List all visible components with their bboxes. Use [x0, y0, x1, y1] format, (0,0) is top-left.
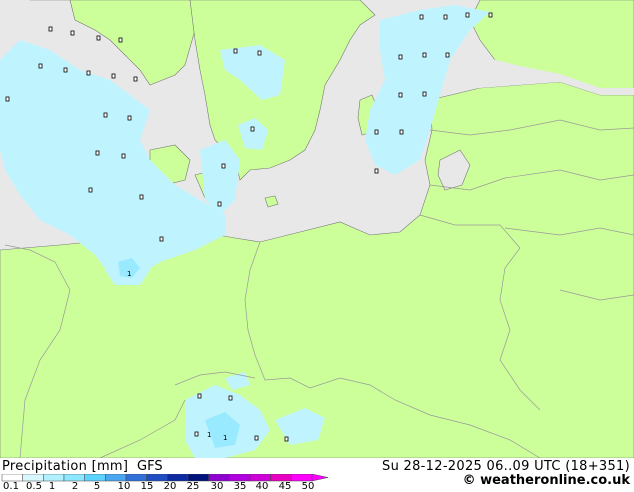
scale-swatch [167, 474, 189, 482]
scale-swatch [249, 474, 271, 482]
scale-tick-label: 1 [48, 481, 56, 492]
scale-tick-label: 40 [255, 481, 269, 492]
scale-tick-label: 30 [210, 481, 224, 492]
scale-tick-label: 0.5 [26, 481, 42, 492]
scale-tick-label: 45 [278, 481, 292, 492]
scale-tick-label: 25 [186, 481, 200, 492]
legend-title: Precipitation [mm] [2, 459, 129, 474]
scale-tick-label: 0.1 [3, 481, 19, 492]
scale-swatch [125, 474, 147, 482]
valid-time: Su 28-12-2025 06..09 UTC (18+351) [382, 459, 630, 474]
scale-swatch [208, 474, 230, 482]
scale-tick-label: 35 [233, 481, 247, 492]
scale-swatch [229, 474, 251, 482]
scale-swatch [63, 474, 85, 482]
scale-tick-label: 2 [71, 481, 79, 492]
scale-swatch [291, 474, 313, 482]
scale-swatch [22, 474, 44, 482]
scale-tick-label: 15 [140, 481, 154, 492]
scale-swatch [105, 474, 127, 482]
scale-arrow [311, 474, 329, 482]
scale-swatch [146, 474, 168, 482]
site-credit[interactable]: © weatheronline.co.uk [463, 473, 630, 488]
scale-tick-label: 50 [301, 481, 315, 492]
precipitation-map[interactable]: 1 1 1 [0, 0, 634, 458]
station-value-label: 1 [207, 431, 211, 439]
scale-tick-label: 10 [117, 481, 131, 492]
scale-swatch [270, 474, 292, 482]
scale-tick-label: 5 [93, 481, 101, 492]
station-value-label: 1 [127, 270, 131, 278]
model-name: GFS [137, 459, 163, 474]
scale-tick-label: 20 [163, 481, 177, 492]
station-value-label: 1 [223, 434, 227, 442]
scale-swatch [43, 474, 65, 482]
scale-swatch [1, 474, 23, 482]
scale-swatch [84, 474, 106, 482]
scale-swatch [187, 474, 209, 482]
